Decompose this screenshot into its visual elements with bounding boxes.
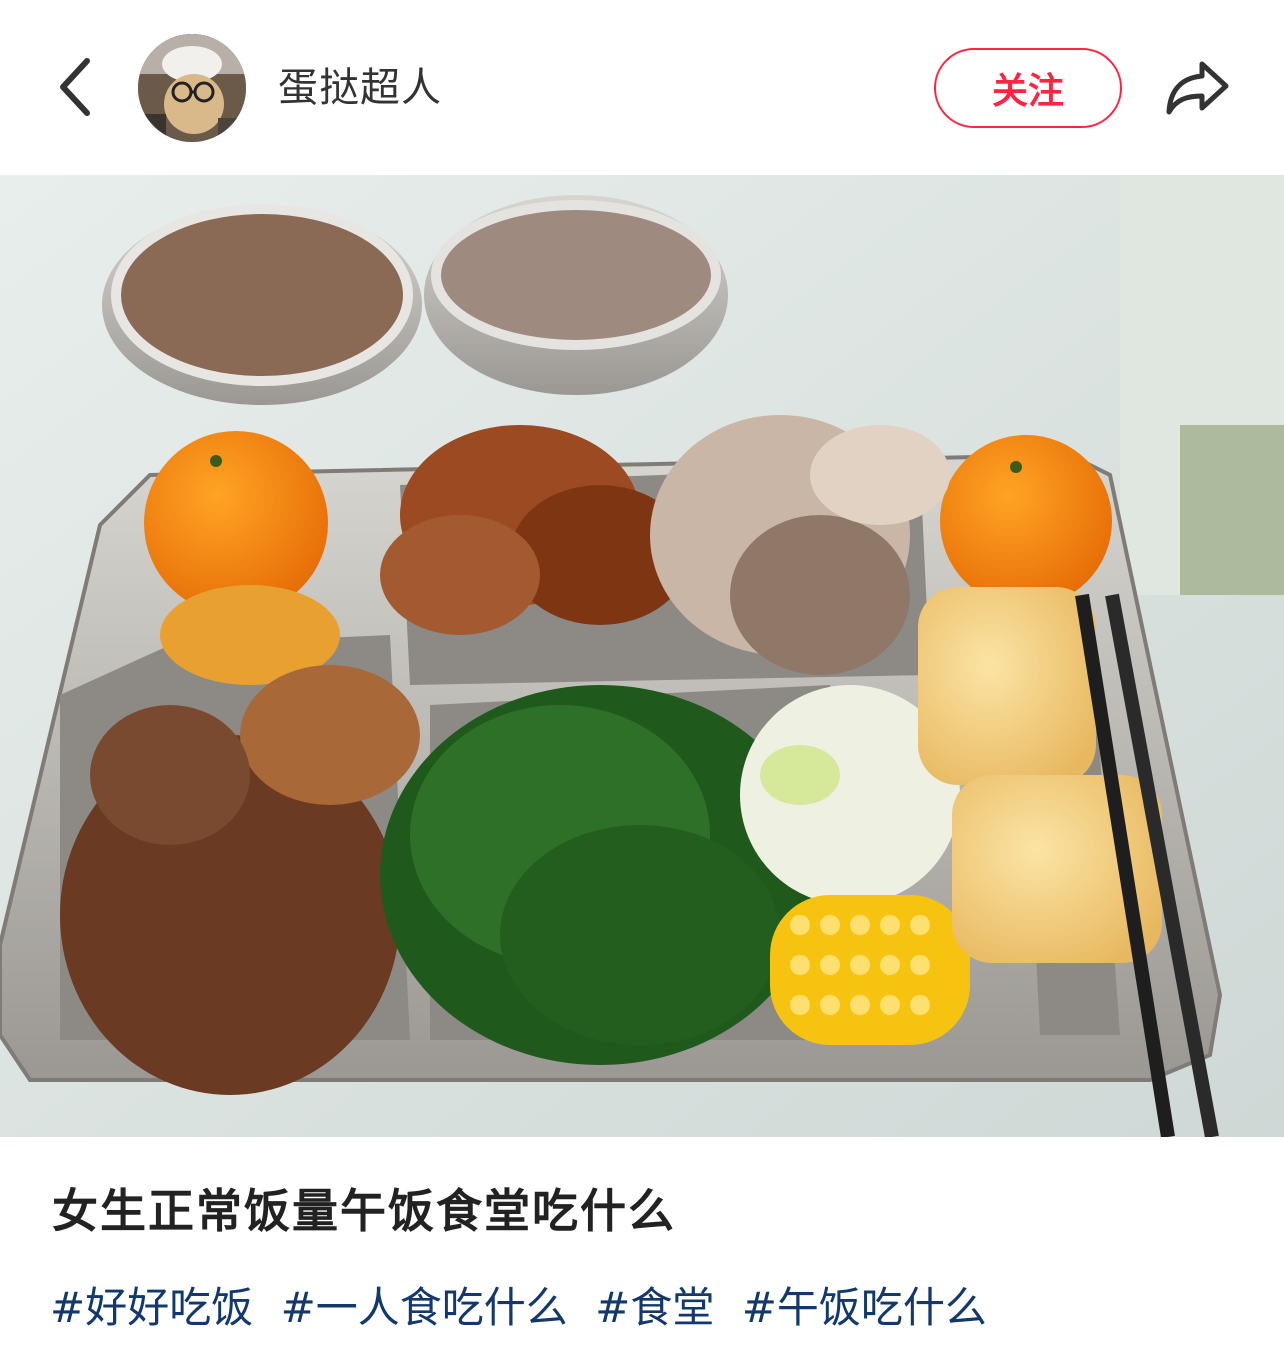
post-title: 女生正常饭量午饭食堂吃什么 (52, 1184, 676, 1238)
tag-item[interactable]: #好好吃饭 (50, 1276, 253, 1340)
avatar[interactable] (138, 34, 246, 142)
post-photo[interactable] (0, 175, 1284, 1137)
author-name[interactable]: 蛋挞超人 (278, 60, 442, 116)
top-bar: 蛋挞超人 关注 (0, 0, 1284, 175)
food-tray-photo (0, 175, 1284, 1137)
tag-item[interactable]: #午饭吃什么 (742, 1276, 987, 1340)
tag-list: #好好吃饭 #一人食吃什么 #食堂 #午饭吃什么 (50, 1276, 1001, 1340)
avatar-image (138, 34, 246, 142)
tag-item[interactable]: #一人食吃什么 (281, 1276, 568, 1340)
follow-button[interactable]: 关注 (934, 48, 1122, 128)
back-button[interactable] (40, 44, 110, 130)
share-button[interactable] (1158, 50, 1238, 126)
chevron-left-icon (60, 58, 90, 116)
share-icon (1166, 61, 1229, 115)
tag-item[interactable]: #食堂 (595, 1276, 714, 1340)
